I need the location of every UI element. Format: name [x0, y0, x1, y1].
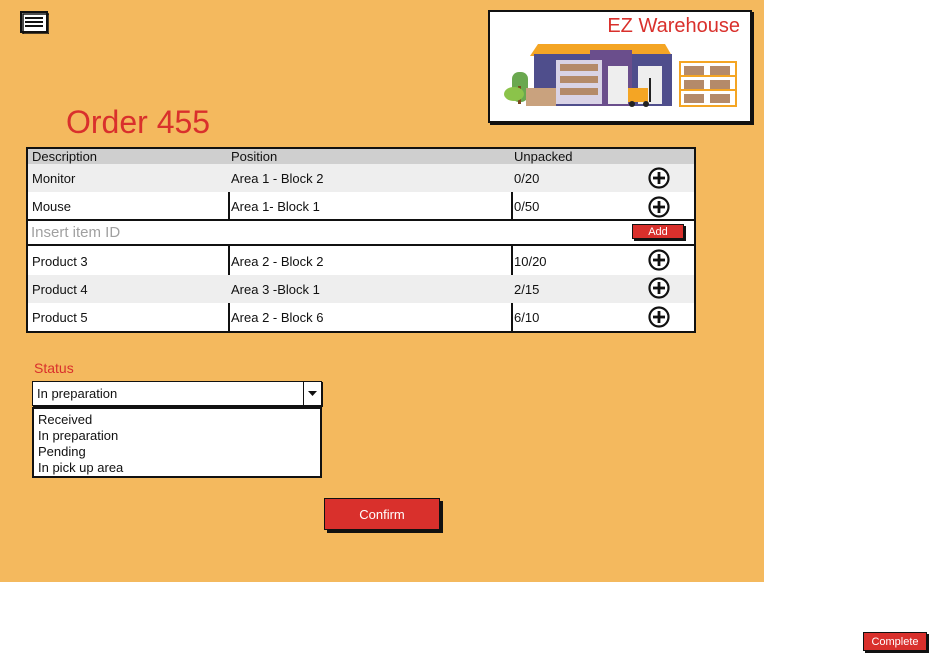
cell-unpacked: 2/15 — [514, 281, 540, 297]
cell-unpacked: 0/20 — [514, 170, 540, 186]
plus-circle-icon[interactable] — [648, 277, 670, 299]
cell-position: Area 1- Block 1 — [231, 198, 320, 214]
cell-position: Area 3 -Block 1 — [231, 281, 320, 297]
table-row: Mouse Area 1- Block 1 0/50 — [28, 192, 694, 220]
confirm-button[interactable]: Confirm — [324, 498, 440, 530]
cell-description: Product 3 — [32, 253, 88, 269]
menu-icon[interactable] — [20, 11, 49, 34]
table-row: Product 4 Area 3 -Block 1 2/15 — [28, 275, 694, 303]
plus-circle-icon[interactable] — [648, 249, 670, 271]
table-row: Monitor Area 1 - Block 2 0/20 — [28, 164, 694, 192]
insert-item-row: Add — [26, 219, 696, 246]
status-option-in-pick-up-area[interactable]: In pick up area — [38, 460, 123, 475]
header-position: Position — [231, 149, 278, 164]
table-row: Product 3 Area 2 - Block 2 10/20 — [28, 247, 694, 275]
header-unpacked: Unpacked — [514, 149, 573, 164]
logo-box: EZ Warehouse — [488, 10, 752, 123]
plus-circle-icon[interactable] — [648, 306, 670, 328]
cell-description: Mouse — [32, 198, 72, 214]
table-header: Description Position Unpacked — [28, 149, 694, 164]
status-options-list: Received In preparation Pending In pick … — [32, 407, 322, 478]
brand-title: EZ Warehouse — [607, 15, 740, 37]
cell-position: Area 1 - Block 2 — [231, 170, 324, 186]
add-item-button[interactable]: Add — [632, 224, 684, 239]
status-option-pending[interactable]: Pending — [38, 444, 86, 459]
status-label: Status — [34, 360, 74, 376]
dropdown-arrow-icon[interactable] — [303, 382, 321, 405]
cell-description: Product 5 — [32, 309, 88, 325]
plus-circle-icon[interactable] — [648, 167, 670, 189]
status-option-in-preparation[interactable]: In preparation — [38, 428, 118, 443]
table-row: Product 5 Area 2 - Block 6 6/10 — [28, 303, 694, 331]
items-table: Description Position Unpacked Monitor Ar… — [26, 147, 696, 333]
cell-unpacked: 6/10 — [514, 309, 540, 325]
item-id-input[interactable] — [31, 223, 621, 242]
cell-unpacked: 10/20 — [514, 253, 547, 269]
header-description: Description — [32, 149, 98, 164]
cell-description: Product 4 — [32, 281, 88, 297]
cell-description: Monitor — [32, 170, 76, 186]
status-select[interactable]: In preparation — [32, 381, 322, 406]
cell-position: Area 2 - Block 2 — [231, 253, 324, 269]
cell-unpacked: 0/50 — [514, 198, 540, 214]
cell-position: Area 2 - Block 6 — [231, 309, 324, 325]
status-option-received[interactable]: Received — [38, 412, 92, 427]
complete-button[interactable]: Complete — [863, 632, 927, 651]
plus-circle-icon[interactable] — [648, 196, 670, 218]
status-selected-value: In preparation — [37, 386, 118, 401]
main-panel: EZ Warehouse Order 455 Description Posit… — [0, 0, 764, 582]
warehouse-logo-icon — [504, 44, 737, 107]
page-title: Order 455 — [66, 104, 211, 140]
